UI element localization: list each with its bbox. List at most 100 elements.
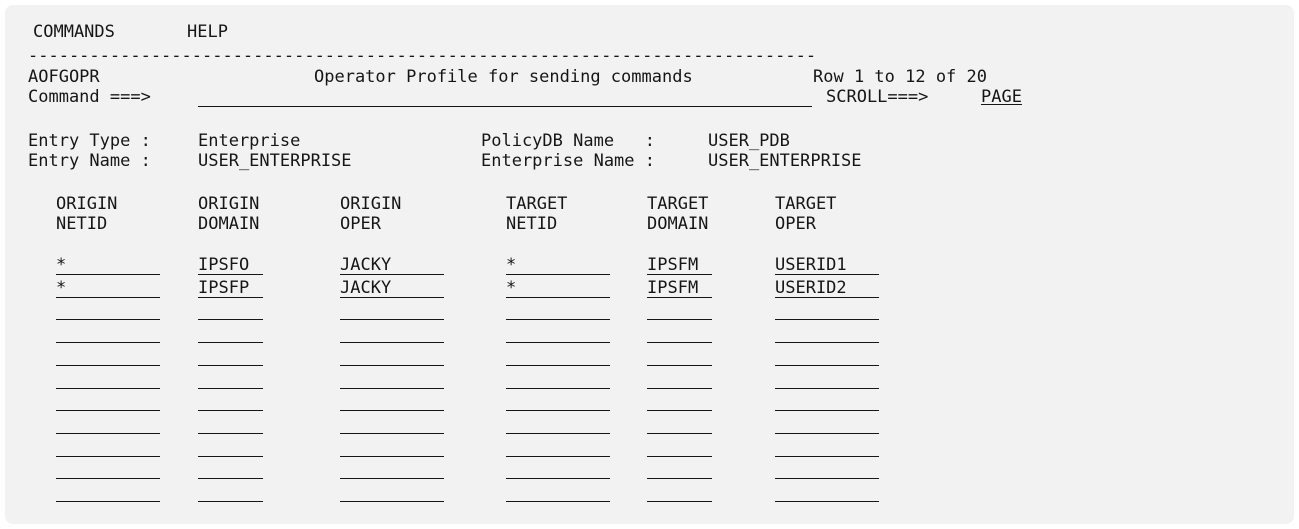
target-netid-field[interactable] [506,369,610,389]
header-origin-netid-2: NETID [56,214,108,234]
target-netid-field[interactable] [506,482,610,502]
origin-netid-field[interactable] [56,369,160,389]
target-domain-field[interactable] [647,482,712,502]
command-label: Command ===> [28,87,151,107]
origin-domain-field[interactable] [198,505,263,524]
target-netid-field[interactable] [506,323,610,343]
origin-netid-field[interactable] [56,300,160,320]
origin-domain-field[interactable]: IPSFO [198,255,263,275]
target-domain-field[interactable] [647,414,712,434]
target-netid-field[interactable] [506,300,610,320]
scroll-label: SCROLL===> [826,87,929,107]
target-oper-field[interactable] [775,437,879,457]
target-domain-field[interactable] [647,323,712,343]
origin-netid-field[interactable] [56,482,160,502]
origin-netid-field[interactable] [56,346,160,366]
origin-domain-field[interactable] [198,323,263,343]
origin-domain-field[interactable] [198,437,263,457]
origin-domain-field[interactable] [198,482,263,502]
origin-netid-field[interactable]: * [56,255,160,275]
target-oper-field[interactable] [775,369,879,389]
origin-netid-field[interactable] [56,437,160,457]
origin-netid-field[interactable] [56,505,160,524]
origin-netid-field[interactable] [56,323,160,343]
origin-oper-field[interactable] [340,323,444,343]
target-netid-field[interactable] [506,437,610,457]
origin-domain-field[interactable] [198,369,263,389]
row-info: Row 1 to 12 of 20 [813,67,987,87]
origin-oper-field[interactable] [340,300,444,320]
target-netid-field[interactable] [506,505,610,524]
target-oper-field[interactable] [775,459,879,479]
header-target-netid-2: NETID [506,214,558,234]
target-netid-field[interactable]: * [506,255,610,275]
target-netid-field[interactable]: * [506,278,610,298]
target-netid-field[interactable] [506,459,610,479]
origin-domain-field[interactable] [198,459,263,479]
terminal-screen: COMMANDS HELP --------------------------… [5,5,1294,524]
target-domain-field[interactable]: IPSFM [647,255,712,275]
header-target-oper-2: OPER [775,214,816,234]
origin-netid-field[interactable] [56,414,160,434]
target-oper-field[interactable]: USERID2 [775,278,879,298]
policydb-label: PolicyDB Name : [481,131,666,151]
target-domain-field[interactable] [647,505,712,524]
target-oper-field[interactable] [775,323,879,343]
target-netid-field[interactable] [506,346,610,366]
origin-oper-field[interactable] [340,369,444,389]
target-oper-field[interactable] [775,391,879,411]
target-domain-field[interactable] [647,459,712,479]
header-target-domain-1: TARGET [647,194,709,214]
target-netid-field[interactable] [506,414,610,434]
origin-domain-field[interactable] [198,300,263,320]
header-target-oper-1: TARGET [775,194,837,214]
target-domain-field[interactable] [647,300,712,320]
target-oper-field[interactable] [775,414,879,434]
origin-domain-field[interactable]: IPSFP [198,278,263,298]
entry-type-value: Enterprise [198,131,301,151]
target-domain-field[interactable]: IPSFM [647,278,712,298]
policydb-value: USER_PDB [708,131,790,151]
header-origin-oper-2: OPER [340,214,381,234]
target-domain-field[interactable] [647,391,712,411]
origin-oper-field[interactable] [340,414,444,434]
target-domain-field[interactable] [647,369,712,389]
target-oper-field[interactable] [775,505,879,524]
origin-domain-field[interactable] [198,346,263,366]
header-origin-domain-1: ORIGIN [198,194,260,214]
separator-line: ----------------------------------------… [28,46,817,66]
origin-netid-field[interactable] [56,459,160,479]
origin-oper-field[interactable] [340,437,444,457]
origin-domain-field[interactable] [198,414,263,434]
header-origin-domain-2: DOMAIN [198,214,260,234]
header-target-domain-2: DOMAIN [647,214,709,234]
entry-name-label: Entry Name : [28,151,162,171]
origin-oper-field[interactable] [340,391,444,411]
origin-oper-field[interactable] [340,505,444,524]
enterprise-label: Enterprise Name : [481,151,666,171]
scroll-input[interactable]: PAGE [981,87,1022,107]
target-oper-field[interactable] [775,482,879,502]
origin-domain-field[interactable] [198,391,263,411]
panel-title: Operator Profile for sending commands [314,67,693,87]
target-oper-field[interactable] [775,346,879,366]
menu-commands[interactable]: COMMANDS [33,22,115,42]
command-input[interactable] [198,87,812,107]
header-target-netid-1: TARGET [506,194,568,214]
origin-netid-field[interactable]: * [56,278,160,298]
origin-oper-field[interactable]: JACKY [340,255,444,275]
entry-name-value: USER_ENTERPRISE [198,151,352,171]
target-domain-field[interactable] [647,437,712,457]
target-netid-field[interactable] [506,391,610,411]
menu-help[interactable]: HELP [187,22,228,42]
origin-oper-field[interactable] [340,482,444,502]
origin-oper-field[interactable] [340,346,444,366]
origin-netid-field[interactable] [56,391,160,411]
entry-type-label: Entry Type : [28,131,162,151]
origin-oper-field[interactable] [340,459,444,479]
enterprise-value: USER_ENTERPRISE [708,151,862,171]
target-oper-field[interactable]: USERID1 [775,255,879,275]
origin-oper-field[interactable]: JACKY [340,278,444,298]
target-domain-field[interactable] [647,346,712,366]
target-oper-field[interactable] [775,300,879,320]
